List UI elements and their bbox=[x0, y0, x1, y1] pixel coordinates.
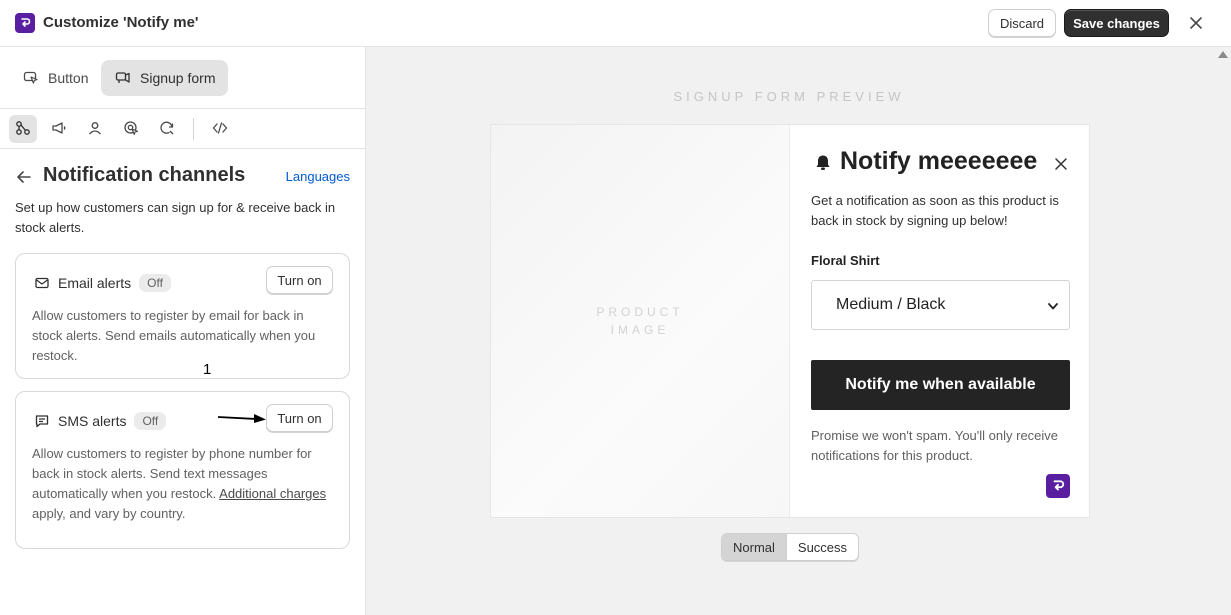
megaphone-form-icon bbox=[115, 70, 131, 86]
app-logo-icon bbox=[1046, 474, 1070, 498]
section-icon-row bbox=[0, 109, 366, 149]
tab-label: Button bbox=[48, 70, 89, 86]
megaphone-icon bbox=[51, 120, 67, 139]
additional-charges-link[interactable]: Additional charges bbox=[219, 486, 326, 501]
back-arrow-icon[interactable] bbox=[15, 168, 33, 186]
channel-description: Allow customers to register by phone num… bbox=[32, 444, 332, 524]
preview-label: SIGNUP FORM PREVIEW bbox=[673, 89, 905, 104]
scrollbar[interactable] bbox=[1215, 47, 1231, 615]
tab-signup-form[interactable]: Signup form bbox=[101, 60, 228, 96]
page-title: Customize 'Notify me' bbox=[43, 14, 199, 31]
refresh-tag-button[interactable] bbox=[153, 115, 181, 143]
spam-note: Promise we won't spam. You'll only recei… bbox=[811, 428, 1059, 463]
tab-label: Signup form bbox=[140, 70, 216, 86]
top-bar: Customize 'Notify me' Discard Save chang… bbox=[0, 0, 1231, 47]
tab-button[interactable]: Button bbox=[14, 60, 100, 96]
preview-area: SIGNUP FORM PREVIEW PRODUCT IMAGE Notify… bbox=[367, 47, 1215, 615]
cursor-click-icon bbox=[23, 70, 39, 86]
chat-bubble-icon bbox=[34, 413, 50, 429]
placeholder-text: IMAGE bbox=[610, 323, 670, 337]
app-logo-icon bbox=[15, 13, 35, 33]
close-icon[interactable] bbox=[1053, 156, 1069, 172]
left-panel: Button Signup form Notification channels… bbox=[0, 47, 366, 615]
signup-form-preview: PRODUCT IMAGE Notify meeeeeee Get a noti… bbox=[490, 124, 1090, 518]
status-badge: Off bbox=[139, 274, 171, 292]
preview-state-toggle: Normal Success bbox=[721, 533, 860, 561]
refresh-tag-icon bbox=[159, 120, 175, 139]
description-text: apply, and vary by country. bbox=[32, 506, 186, 521]
code-icon bbox=[212, 120, 228, 139]
card-header: Email alerts Off bbox=[34, 272, 171, 294]
section-description: Set up how customers can sign up for & r… bbox=[15, 200, 336, 235]
mode-tabs: Button Signup form bbox=[0, 47, 366, 109]
channels-icon bbox=[15, 120, 31, 139]
scroll-up-arrow-icon[interactable] bbox=[1218, 51, 1228, 58]
sms-turn-on-button[interactable]: Turn on bbox=[266, 404, 333, 432]
variant-select[interactable]: Medium / Black bbox=[811, 280, 1070, 330]
channel-label: Email alerts bbox=[58, 275, 132, 291]
email-alerts-card: Email alerts Off Turn on Allow customers… bbox=[15, 253, 350, 379]
divider bbox=[193, 118, 194, 140]
target-button[interactable] bbox=[117, 115, 145, 143]
product-name: Floral Shirt bbox=[811, 253, 880, 268]
languages-link[interactable]: Languages bbox=[286, 169, 350, 184]
state-normal-button[interactable]: Normal bbox=[722, 534, 787, 560]
email-turn-on-button[interactable]: Turn on bbox=[266, 266, 333, 294]
form-content: Notify meeeeeee Get a notification as so… bbox=[791, 125, 1089, 517]
card-header: SMS alerts Off bbox=[34, 410, 167, 432]
person-icon bbox=[87, 120, 103, 139]
selected-variant: Medium / Black bbox=[836, 296, 946, 313]
bell-icon bbox=[813, 153, 833, 173]
placeholder-text: PRODUCT bbox=[596, 305, 684, 319]
channel-description: Allow customers to register by email for… bbox=[32, 308, 316, 363]
code-button[interactable] bbox=[206, 115, 234, 143]
annotation-arrow-icon bbox=[217, 414, 266, 423]
discard-button[interactable]: Discard bbox=[988, 9, 1056, 37]
section-title: Notification channels bbox=[43, 164, 246, 186]
megaphone-button[interactable] bbox=[45, 115, 73, 143]
save-changes-button[interactable]: Save changes bbox=[1064, 9, 1169, 37]
form-description: Get a notification as soon as this produ… bbox=[811, 193, 1059, 228]
state-success-button[interactable]: Success bbox=[787, 534, 858, 560]
close-icon[interactable] bbox=[1186, 13, 1206, 33]
channels-button[interactable] bbox=[9, 115, 37, 143]
target-cursor-icon bbox=[123, 120, 139, 139]
person-button[interactable] bbox=[81, 115, 109, 143]
envelope-icon bbox=[34, 275, 50, 291]
section-header: Notification channels Languages bbox=[15, 164, 355, 190]
notify-me-button[interactable]: Notify me when available bbox=[811, 360, 1070, 410]
channel-label: SMS alerts bbox=[58, 413, 127, 429]
chevron-down-icon bbox=[1047, 299, 1059, 311]
sms-alerts-card: SMS alerts Off Turn on Allow customers t… bbox=[15, 391, 350, 549]
status-badge: Off bbox=[134, 412, 167, 430]
product-image-placeholder: PRODUCT IMAGE bbox=[491, 125, 790, 517]
form-title: Notify meeeeeee bbox=[840, 147, 1038, 175]
annotation-number: 1 bbox=[203, 361, 212, 378]
